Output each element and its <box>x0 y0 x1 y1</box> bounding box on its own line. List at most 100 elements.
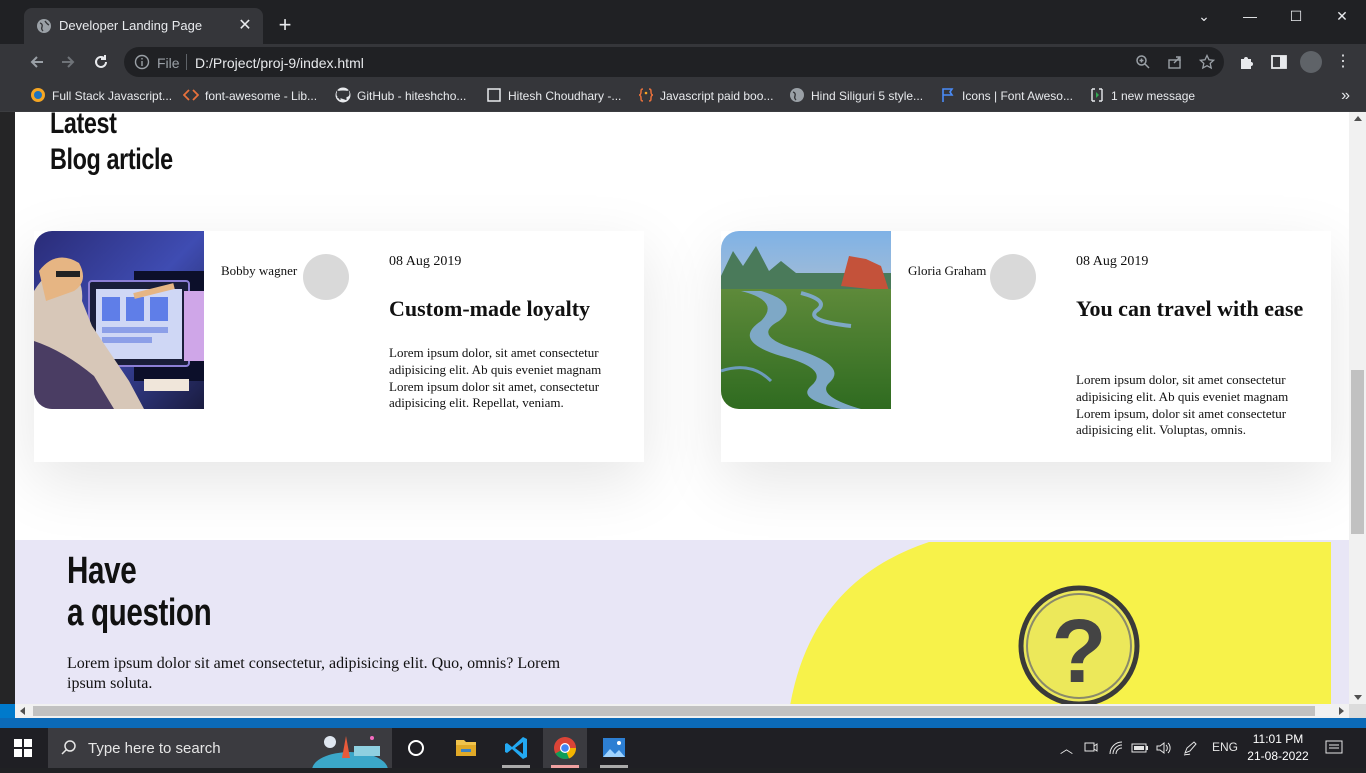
tab-search-button[interactable]: ⌄ <box>1181 6 1227 26</box>
task-view-icon <box>408 740 424 756</box>
share-icon[interactable] <box>1167 54 1183 70</box>
bookmark-item[interactable]: font-awesome - Lib... <box>183 86 317 106</box>
magnifier-question-mark-photo: ? <box>789 542 1331 704</box>
bookmark-item[interactable]: Javascript paid boo... <box>638 86 773 106</box>
card-author: Gloria Graham <box>908 263 987 278</box>
blog-section-heading: Latest Blog article <box>50 112 173 178</box>
bookmark-label: Hitesh Choudhary -... <box>508 89 622 103</box>
maximize-button[interactable]: ☐ <box>1273 6 1319 26</box>
side-panel-icon[interactable] <box>1270 53 1288 71</box>
url-separator <box>186 54 187 70</box>
forward-arrow-icon <box>62 56 75 68</box>
vertical-scroll-thumb[interactable] <box>1351 370 1364 534</box>
question-heading-line2: a question <box>67 592 212 634</box>
search-placeholder: Type here to search <box>88 740 221 757</box>
notifications-icon[interactable] <box>1325 740 1343 756</box>
bookmark-label: Icons | Font Aweso... <box>962 89 1073 103</box>
scroll-right-arrow-icon[interactable] <box>1339 707 1344 715</box>
language-indicator[interactable]: ENG <box>1212 740 1238 754</box>
pen-workspace-icon[interactable] <box>1182 740 1198 756</box>
reload-button[interactable] <box>88 50 114 74</box>
orange-circle-icon <box>31 88 45 102</box>
windows-start-icon[interactable] <box>14 739 32 757</box>
card-date: 08 Aug 2019 <box>389 254 462 269</box>
file-explorer-button[interactable] <box>444 728 488 768</box>
scroll-down-arrow-icon[interactable] <box>1354 695 1362 700</box>
window-close-button[interactable]: ✕ <box>1319 6 1365 26</box>
show-hidden-icons-button[interactable]: ︿ <box>1060 738 1073 757</box>
river-landscape-photo <box>721 231 891 409</box>
forward-button[interactable] <box>55 50 81 74</box>
blog-card[interactable]: Gloria Graham 08 Aug 2019 You can travel… <box>721 231 1331 462</box>
browser-tab[interactable]: Developer Landing Page ✕ <box>24 8 263 44</box>
vertical-scrollbar[interactable] <box>1349 112 1366 704</box>
minimize-button[interactable]: — <box>1227 6 1273 26</box>
horizontal-scroll-thumb[interactable] <box>33 706 1315 716</box>
horizontal-scrollbar[interactable] <box>15 704 1349 718</box>
scroll-left-arrow-icon[interactable] <box>20 707 25 715</box>
card-title[interactable]: You can travel with ease <box>1076 295 1306 322</box>
folder-icon <box>456 740 476 756</box>
scrollbar-corner <box>1349 704 1366 718</box>
windows-taskbar: Type here to search ︿ ENG 11:01 PM 21-08… <box>0 728 1366 768</box>
clock-time: 11:01 PM <box>1252 732 1304 746</box>
tab-title: Developer Landing Page <box>59 18 203 33</box>
chrome-button[interactable] <box>543 728 587 768</box>
card-author: Bobby wagner <box>221 263 298 278</box>
wifi-icon[interactable] <box>1108 740 1124 756</box>
clock-date: 21-08-2022 <box>1247 749 1309 763</box>
browser-toolbar: File D:/Project/proj-9/index.html ⋮ <box>0 44 1366 80</box>
photos-button[interactable] <box>592 728 636 768</box>
blog-heading-line1: Latest <box>50 112 117 140</box>
zoom-icon[interactable] <box>1135 54 1151 70</box>
bookmark-item[interactable]: 1 new message <box>1089 86 1195 106</box>
question-heading: Have a question <box>67 550 212 634</box>
vscode-button[interactable] <box>494 728 538 768</box>
close-tab-icon[interactable]: ✕ <box>235 16 255 36</box>
task-view-button[interactable] <box>394 728 438 768</box>
battery-icon[interactable] <box>1131 741 1149 755</box>
editor-edge <box>0 112 15 706</box>
card-date: 08 Aug 2019 <box>1076 254 1149 269</box>
editor-status-bar <box>0 718 1366 728</box>
bookmarks-overflow-button[interactable]: » <box>1341 86 1350 106</box>
browser-menu-icon[interactable]: ⋮ <box>1334 53 1352 71</box>
bookmark-item[interactable]: Hitesh Choudhary -... <box>486 86 621 106</box>
meet-now-icon[interactable] <box>1084 740 1098 756</box>
question-text: Lorem ipsum dolor sit amet consectetur, … <box>67 655 561 692</box>
new-tab-button[interactable]: + <box>273 14 297 38</box>
volume-icon[interactable] <box>1155 740 1171 756</box>
author-avatar <box>990 254 1036 300</box>
square-icon <box>487 88 501 102</box>
extensions-puzzle-icon[interactable] <box>1238 53 1256 71</box>
taskbar-search-box[interactable]: Type here to search <box>48 728 392 768</box>
blog-card[interactable]: Bobby wagner 08 Aug 2019 Custom-made loy… <box>34 231 644 462</box>
message-icon <box>1091 88 1103 102</box>
vscode-icon <box>505 737 527 759</box>
address-bar[interactable]: File D:/Project/proj-9/index.html <box>124 47 1224 77</box>
flag-icon <box>942 88 954 102</box>
site-info-icon[interactable] <box>134 54 150 70</box>
page-viewport: Latest Blog article Bobby wagner 08 Aug … <box>15 112 1349 704</box>
bookmark-item[interactable]: GitHub - hiteshcho... <box>335 86 466 106</box>
bookmark-star-icon[interactable] <box>1199 54 1215 70</box>
url-scheme: File <box>157 55 180 71</box>
svg-text:?: ? <box>1052 602 1107 702</box>
braces-icon <box>638 88 654 102</box>
bookmark-item[interactable]: Icons | Font Aweso... <box>940 86 1073 106</box>
question-heading-line1: Have <box>67 550 137 592</box>
card-title[interactable]: Custom-made loyalty <box>389 295 619 322</box>
profile-avatar[interactable] <box>1300 51 1322 73</box>
bookmark-item[interactable]: Full Stack Javascript... <box>30 86 172 106</box>
back-button[interactable] <box>24 50 50 74</box>
bookmark-label: 1 new message <box>1111 89 1196 103</box>
scroll-up-arrow-icon[interactable] <box>1354 116 1362 121</box>
card-excerpt: Lorem ipsum dolor, sit amet consectetur … <box>1076 372 1289 438</box>
card-excerpt: Lorem ipsum dolor, sit amet consectetur … <box>389 345 602 411</box>
taskbar-clock[interactable]: 11:01 PM 21-08-2022 <box>1246 731 1310 765</box>
url-text[interactable]: D:/Project/proj-9/index.html <box>195 55 364 71</box>
bookmark-label: Hind Siliguri 5 style... <box>811 89 924 103</box>
bookmark-label: Javascript paid boo... <box>660 89 774 103</box>
bookmark-item[interactable]: Hind Siliguri 5 style... <box>789 86 923 106</box>
browser-tabstrip: Developer Landing Page ✕ + ⌄ — ☐ ✕ <box>0 0 1366 44</box>
